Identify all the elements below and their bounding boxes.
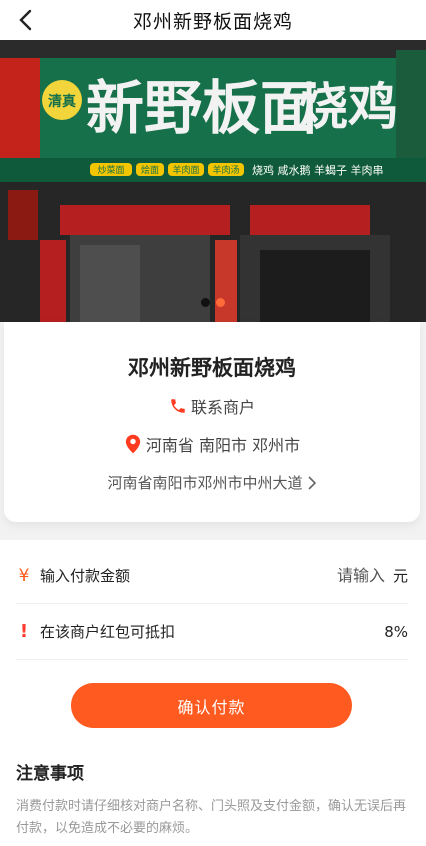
amount-input[interactable] (264, 566, 385, 585)
redpacket-label: 在该商户红包可抵扣 (40, 623, 176, 641)
sign-main-text: 新野板面 (86, 74, 318, 142)
region-text: 河南省 南阳市 邓州市 (145, 436, 301, 455)
sign-side-text: 烧鸡 (298, 78, 398, 136)
contact-label: 联系商户 (190, 398, 255, 417)
sign-sub-right: 烧鸡 咸水鹅 羊蝎子 羊肉串 (252, 163, 384, 177)
shop-address-link[interactable]: 河南省南阳市邓州市中州大道 (4, 472, 420, 493)
sign-sub-4: 羊肉汤 (212, 164, 239, 176)
notice-title: 注意事项 (16, 764, 84, 784)
sign-badge: 清真 (48, 93, 76, 110)
storefront-photo: 清真 新野板面 烧鸡 炒菜面 烩面 羊肉面 羊肉汤 烧鸡 咸水鹅 羊蝎子 羊肉串 (0, 40, 426, 322)
shop-info-card: 邓州新野板面烧鸡 联系商户 河南省 南阳市 邓州市 河南省南阳市邓州市中州大道 (4, 322, 420, 522)
chevron-right-icon (307, 475, 316, 490)
payment-form: ¥ 输入付款金额 元 ! 在该商户红包可抵扣 8% 确认付款 注意事项 消费付款… (0, 540, 426, 846)
amount-label: 输入付款金额 (40, 567, 131, 585)
confirm-payment-button[interactable]: 确认付款 (71, 683, 352, 728)
yuan-icon: ¥ (18, 565, 30, 586)
shop-name: 邓州新野板面烧鸡 (128, 356, 296, 380)
sign-sub-1: 炒菜面 (97, 164, 124, 176)
redpacket-row: ! 在该商户红包可抵扣 8% (16, 604, 408, 660)
sign-sub-2: 烩面 (141, 164, 159, 176)
back-button[interactable] (12, 6, 40, 34)
carousel-dot-1[interactable] (201, 298, 210, 307)
page-title: 邓州新野板面烧鸡 (132, 10, 293, 33)
top-bar: 邓州新野板面烧鸡 (0, 0, 426, 40)
redpacket-value: 8% (384, 622, 408, 641)
storefront-photo-carousel[interactable]: 清真 新野板面 烧鸡 炒菜面 烩面 羊肉面 羊肉汤 烧鸡 咸水鹅 羊蝎子 羊肉串 (0, 40, 426, 322)
chevron-left-icon (19, 9, 32, 31)
contact-merchant-link[interactable]: 联系商户 (4, 394, 420, 418)
shop-region: 河南省 南阳市 邓州市 (4, 432, 420, 456)
carousel-dot-2[interactable] (216, 298, 225, 307)
notice-text: 消费付款时请仔细核对商户名称、门头照及支付金额，确认无误后再付款，以免造成不必要… (16, 799, 407, 836)
exclamation-icon: ! (19, 621, 29, 642)
location-pin-icon (125, 434, 141, 454)
currency-unit: 元 (392, 567, 408, 585)
phone-icon (171, 399, 185, 413)
address-text: 河南省南阳市邓州市中州大道 (107, 474, 303, 492)
amount-row: ¥ 输入付款金额 元 (16, 548, 408, 604)
sign-sub-3: 羊肉面 (172, 164, 199, 176)
carousel-indicator (0, 298, 426, 307)
